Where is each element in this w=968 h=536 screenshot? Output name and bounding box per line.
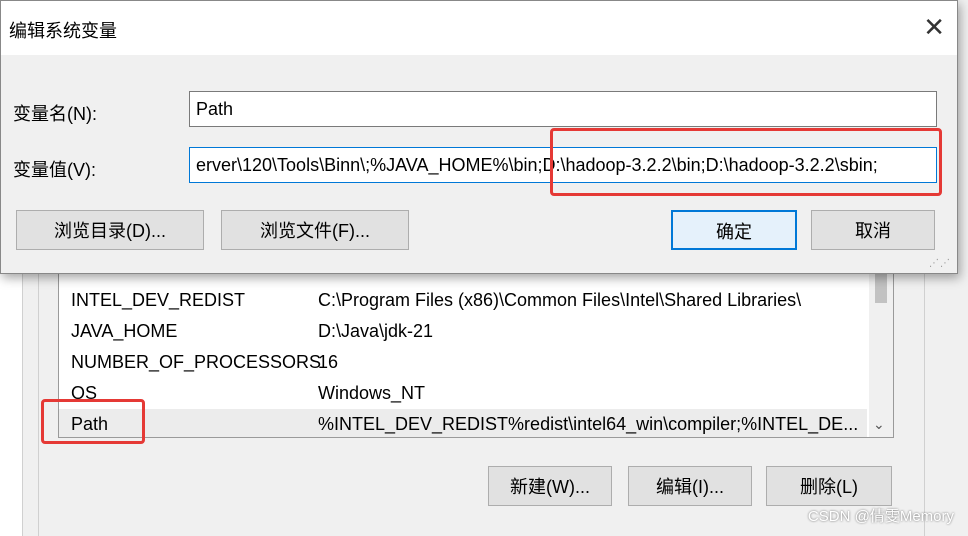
- browse-file-button[interactable]: 浏览文件(F)...: [221, 210, 409, 250]
- path-row-highlight: [41, 399, 145, 444]
- scrollbar-thumb[interactable]: [875, 273, 887, 303]
- table-row[interactable]: JAVA_HOME D:\Java\jdk-21: [59, 316, 867, 347]
- variable-name: INTEL_DEV_REDIST: [71, 290, 246, 310]
- variable-value: C:\Program Files (x86)\Common Files\Inte…: [318, 290, 802, 310]
- variable-value: 16: [318, 352, 339, 372]
- ok-button[interactable]: 确定: [671, 210, 797, 250]
- variable-name: JAVA_HOME: [71, 321, 178, 341]
- delete-variable-button[interactable]: 删除(L): [766, 466, 892, 506]
- variable-name: NUMBER_OF_PROCESSORS: [71, 352, 322, 372]
- list-scrollbar[interactable]: ⌄: [869, 263, 893, 437]
- table-row-selected[interactable]: Path %INTEL_DEV_REDIST%redist\intel64_wi…: [59, 409, 867, 437]
- cancel-button[interactable]: 取消: [811, 210, 935, 250]
- table-row[interactable]: NUMBER_OF_PROCESSORS 16: [59, 347, 867, 378]
- table-row[interactable]: INTEL_DEV_REDIST C:\Program Files (x86)\…: [59, 285, 867, 316]
- table-row[interactable]: OS Windows_NT: [59, 378, 867, 409]
- system-variables-list[interactable]: INTEL_DEV_REDIST C:\Program Files (x86)\…: [58, 262, 894, 438]
- variable-value: %INTEL_DEV_REDIST%redist\intel64_win\com…: [318, 414, 859, 434]
- edit-variable-button[interactable]: 编辑(I)...: [628, 466, 752, 506]
- watermark: CSDN @倩雯Memory: [807, 508, 954, 525]
- new-variable-button[interactable]: 新建(W)...: [488, 466, 612, 506]
- left-panel-strip: [0, 272, 23, 536]
- dialog-title: 编辑系统变量: [9, 21, 117, 41]
- variable-name-label: 变量名(N):: [13, 104, 97, 124]
- hadoop-path-highlight: [550, 128, 942, 196]
- close-icon[interactable]: ✕: [923, 9, 945, 45]
- variable-name-field[interactable]: Path: [189, 91, 937, 127]
- variable-value-label: 变量值(V):: [13, 160, 96, 180]
- resize-grip-icon[interactable]: ⋰⋰: [929, 258, 951, 269]
- variable-value: D:\Java\jdk-21: [318, 321, 434, 341]
- dialog-titlebar: 编辑系统变量 ✕: [1, 1, 957, 55]
- variable-value: Windows_NT: [318, 383, 426, 403]
- browse-directory-button[interactable]: 浏览目录(D)...: [16, 210, 204, 250]
- chevron-down-icon[interactable]: ⌄: [873, 416, 885, 433]
